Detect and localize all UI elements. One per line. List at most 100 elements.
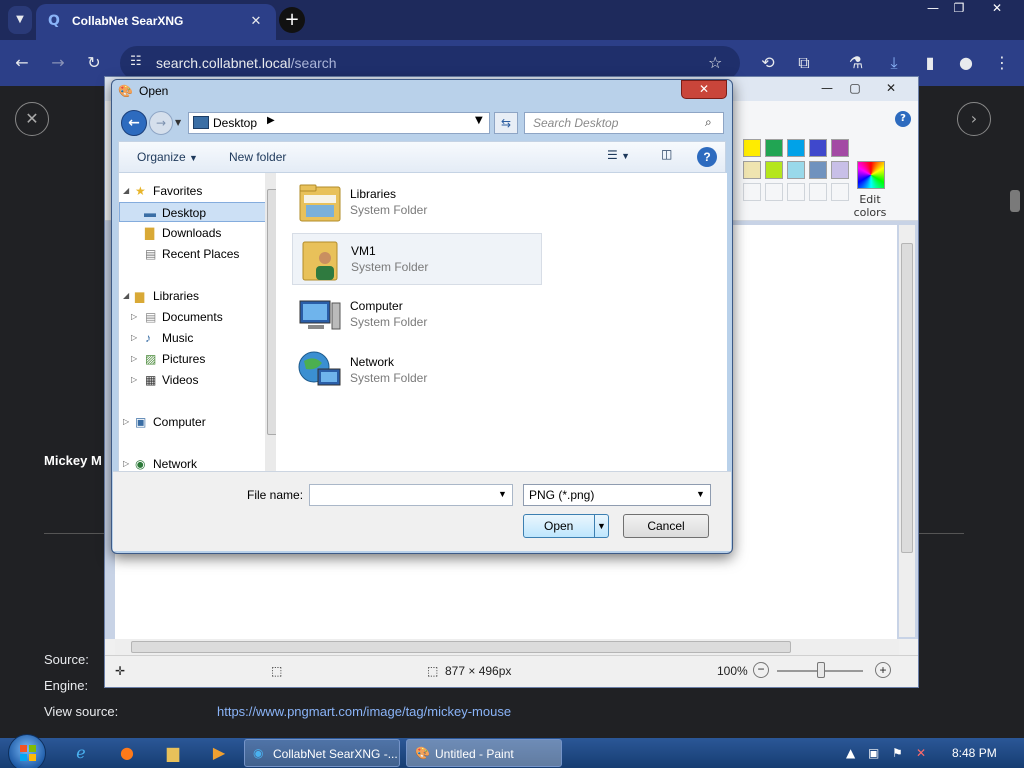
nav-recent-places[interactable]: ▤ Recent Places — [119, 244, 269, 264]
zoom-slider-knob[interactable] — [817, 662, 825, 678]
open-button[interactable]: Open ▼ — [523, 514, 609, 538]
color-swatch[interactable] — [787, 161, 805, 179]
clock[interactable]: 8:48 PM — [952, 746, 997, 760]
show-hidden-icons[interactable]: ▲ — [846, 746, 855, 760]
edit-colors-label[interactable]: Edit colors — [849, 193, 891, 219]
zoom-in-button[interactable]: + — [875, 662, 891, 678]
view-source-link[interactable]: https://www.pngmart.com/image/tag/mickey… — [217, 704, 511, 719]
nav-desktop[interactable]: ▬ Desktop — [119, 202, 269, 222]
expand-icon[interactable]: ▷ — [131, 312, 137, 321]
breadcrumb-arrow-icon[interactable]: ▶ — [267, 115, 275, 126]
expand-icon[interactable]: ▷ — [131, 333, 137, 342]
nav-pictures[interactable]: ▷ ▨ Pictures — [119, 349, 269, 369]
expand-icon[interactable]: ▷ — [123, 459, 129, 468]
empty-color-swatch[interactable] — [809, 183, 827, 201]
nav-libraries[interactable]: ◢ ▆ Libraries — [119, 286, 269, 306]
nav-documents[interactable]: ▷ ▤ Documents — [119, 307, 269, 327]
download-icon[interactable]: ⤓ — [882, 51, 906, 75]
address-bar[interactable]: ☷ search.collabnet.local/search ☆ — [120, 46, 740, 80]
dialog-close-button[interactable]: ✕ — [681, 80, 727, 99]
location-dropdown-icon[interactable]: ▼ — [475, 115, 483, 126]
side-panel-icon[interactable]: ▮ — [918, 51, 942, 75]
taskbar-item-searxng[interactable]: ◉ CollabNet SearXNG -... — [244, 739, 400, 767]
color-swatch[interactable] — [831, 161, 849, 179]
back-arrow-icon[interactable]: ← — [10, 51, 34, 75]
change-view-icon[interactable]: ☰ ▼ — [607, 148, 630, 162]
profile-avatar-icon[interactable]: ● — [954, 51, 978, 75]
file-type-select[interactable]: PNG (*.png) ▼ — [523, 484, 711, 506]
nav-favorites[interactable]: ◢ ★ Favorites — [119, 181, 269, 201]
color-swatch[interactable] — [743, 139, 761, 157]
file-item-network[interactable]: Network System Folder — [292, 345, 542, 397]
media-player-icon[interactable]: ▶ — [208, 743, 230, 763]
back-icon[interactable]: ← — [121, 110, 147, 136]
empty-color-swatch[interactable] — [743, 183, 761, 201]
taskbar-item-paint[interactable]: 🎨 Untitled - Paint — [406, 739, 562, 767]
browser-menu-icon[interactable]: ⋮ — [990, 51, 1014, 75]
color-swatch[interactable] — [765, 139, 783, 157]
magnifier-icon[interactable]: ⌕ — [705, 115, 712, 130]
location-bar[interactable]: Desktop ▶ ▼ — [188, 112, 490, 134]
paint-close-button[interactable]: ✕ — [877, 79, 905, 97]
expand-icon[interactable]: ▷ — [131, 354, 137, 363]
location-text[interactable]: Desktop — [213, 116, 257, 130]
collapse-icon[interactable]: ◢ — [123, 186, 129, 195]
start-button[interactable] — [8, 734, 46, 768]
color-swatch[interactable] — [743, 161, 761, 179]
file-name-input[interactable]: ▼ — [309, 484, 513, 506]
site-settings-icon[interactable]: ☷ — [130, 54, 148, 72]
color-swatch[interactable] — [787, 139, 805, 157]
color-swatch[interactable] — [765, 161, 783, 179]
volume-muted-icon[interactable]: ✕ — [916, 746, 926, 760]
page-scrollbar[interactable] — [1006, 86, 1024, 738]
color-swatch[interactable] — [831, 139, 849, 157]
file-name-dropdown-icon[interactable]: ▼ — [498, 489, 507, 499]
tab-close-icon[interactable]: ✕ — [246, 12, 266, 32]
file-explorer-icon[interactable]: ▆ — [162, 743, 184, 763]
recent-locations-icon[interactable]: ▼ — [175, 118, 185, 128]
refresh-icon[interactable]: ⇆ — [494, 112, 518, 134]
labs-flask-icon[interactable]: ⚗ — [844, 51, 868, 75]
edit-colors-icon[interactable] — [857, 161, 885, 189]
paint-help-icon[interactable]: ? — [895, 111, 911, 127]
cancel-button[interactable]: Cancel — [623, 514, 709, 538]
reload-icon[interactable]: ↻ — [82, 51, 106, 75]
new-tab-button[interactable]: + — [279, 7, 305, 33]
close-preview-icon[interactable]: ✕ — [15, 102, 49, 136]
browser-close-button[interactable]: ✕ — [980, 0, 1014, 18]
expand-icon[interactable]: ▷ — [123, 417, 129, 426]
zoom-out-button[interactable]: − — [753, 662, 769, 678]
nav-videos[interactable]: ▷ ▦ Videos — [119, 370, 269, 390]
paint-horizontal-scroll-thumb[interactable] — [131, 641, 791, 653]
result-title[interactable]: Mickey M — [44, 453, 102, 468]
search-desktop-input[interactable]: Search Desktop ⌕ — [524, 112, 724, 134]
action-center-flag-icon[interactable]: ⚑ — [892, 746, 903, 760]
empty-color-swatch[interactable] — [831, 183, 849, 201]
tab-search-button[interactable]: ▼ — [8, 6, 32, 34]
file-type-dropdown-icon[interactable]: ▼ — [696, 489, 705, 499]
paint-vertical-scroll-thumb[interactable] — [901, 243, 913, 553]
expand-icon[interactable]: ▷ — [131, 375, 137, 384]
empty-color-swatch[interactable] — [787, 183, 805, 201]
collapse-icon[interactable]: ◢ — [123, 291, 129, 300]
sync-extension-icon[interactable]: ⟲ — [756, 51, 780, 75]
preview-pane-icon[interactable]: ◫ — [661, 147, 672, 161]
page-scrollbar-thumb[interactable] — [1010, 190, 1020, 212]
forward-icon[interactable]: → — [149, 111, 173, 135]
bookmark-star-icon[interactable]: ☆ — [708, 53, 722, 72]
nav-music[interactable]: ▷ ♪ Music — [119, 328, 269, 348]
nav-downloads[interactable]: ▇ Downloads — [119, 223, 269, 243]
help-icon[interactable]: ? — [697, 147, 717, 167]
new-folder-button[interactable]: New folder — [229, 150, 286, 164]
empty-color-swatch[interactable] — [765, 183, 783, 201]
color-swatch[interactable] — [809, 139, 827, 157]
paint-maximize-button[interactable]: ▢ — [841, 79, 869, 97]
organize-button[interactable]: Organize ▼ — [137, 150, 198, 164]
browser-restore-button[interactable]: ❐ — [942, 0, 976, 18]
file-item-libraries[interactable]: Libraries System Folder — [292, 177, 542, 229]
internet-explorer-icon[interactable]: ℯ — [70, 743, 92, 763]
file-item-vm1[interactable]: VM1 System Folder — [292, 233, 542, 285]
file-item-computer[interactable]: Computer System Folder — [292, 289, 542, 341]
extensions-puzzle-icon[interactable]: ⧉ — [792, 51, 816, 75]
nav-computer[interactable]: ▷ ▣ Computer — [119, 412, 269, 432]
